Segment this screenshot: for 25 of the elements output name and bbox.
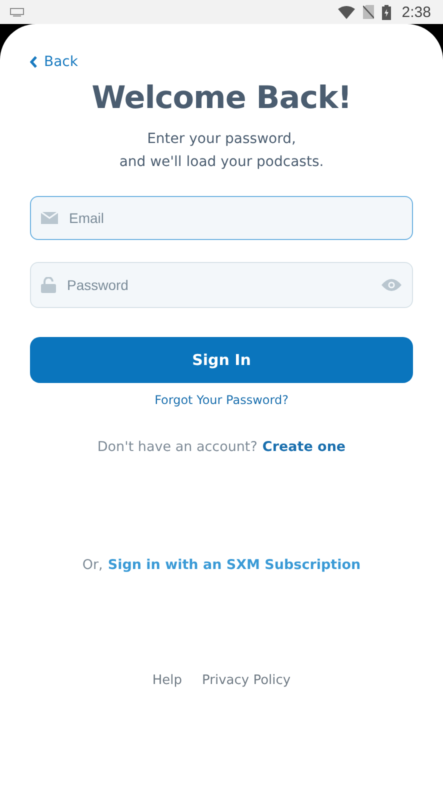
password-field[interactable]: Password bbox=[65, 276, 372, 294]
email-input-box[interactable]: Email bbox=[30, 196, 413, 240]
wifi-icon bbox=[338, 6, 355, 18]
email-field[interactable]: Email bbox=[67, 209, 402, 227]
footer-link[interactable]: Help bbox=[152, 673, 182, 688]
no-sim-icon bbox=[362, 5, 374, 19]
or-label: Or, bbox=[82, 557, 103, 573]
battery-icon bbox=[382, 4, 391, 20]
forgot-password-link[interactable]: Forgot Your Password? bbox=[154, 393, 288, 407]
eye-icon[interactable] bbox=[381, 278, 402, 292]
create-account-link[interactable]: Create one bbox=[262, 439, 346, 455]
padlock-icon bbox=[41, 277, 56, 293]
account-prompt: Don't have an account? bbox=[97, 439, 258, 455]
envelope-icon bbox=[41, 212, 58, 224]
page-title: Welcome Back! bbox=[92, 80, 352, 116]
subtitle-line: Enter your password, bbox=[147, 130, 296, 149]
sxm-sign-in-link[interactable]: Sign in with an SXM Subscription bbox=[108, 557, 361, 573]
sign-in-button[interactable]: Sign In bbox=[30, 337, 413, 383]
footer-link[interactable]: Privacy Policy bbox=[202, 673, 291, 688]
chevron-left-icon bbox=[30, 56, 38, 68]
keyboard-icon bbox=[10, 8, 24, 16]
status-time: 2:38 bbox=[402, 4, 431, 20]
password-input-box[interactable]: Password bbox=[30, 262, 413, 308]
back-link[interactable]: Back bbox=[30, 54, 78, 70]
subtitle-line: and we'll load your podcasts. bbox=[119, 153, 324, 172]
